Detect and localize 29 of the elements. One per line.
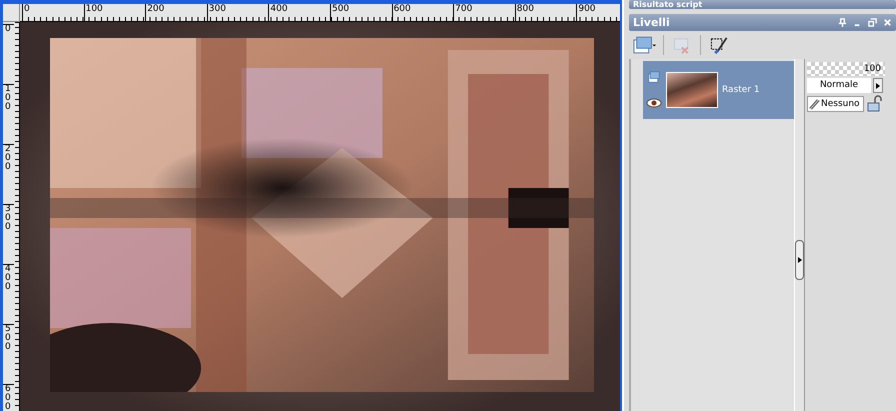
ruler-label: 600 xyxy=(392,4,454,21)
raster-layer-icon xyxy=(646,71,662,83)
lock-icon[interactable] xyxy=(866,95,884,113)
panel-title: Livelli xyxy=(633,16,670,29)
eye-icon[interactable] xyxy=(646,97,662,109)
ruler-label: 800 xyxy=(514,4,576,21)
new-layer-icon[interactable] xyxy=(633,36,657,54)
layer-thumbnail xyxy=(666,72,718,108)
pin-icon[interactable] xyxy=(838,18,847,27)
ruler-label: 200 xyxy=(145,4,207,21)
ruler-label: 400 xyxy=(268,4,330,21)
arrow-right-icon xyxy=(798,257,802,263)
arrow-right-icon xyxy=(876,82,880,88)
panel-splitter[interactable] xyxy=(794,59,805,411)
link-icon xyxy=(808,98,820,110)
close-icon[interactable] xyxy=(883,18,892,27)
expand-handle[interactable] xyxy=(795,240,804,280)
panel-title: Risultato script xyxy=(633,1,702,9)
opacity-field[interactable]: 100 xyxy=(807,62,885,76)
restore-icon[interactable] xyxy=(868,18,877,27)
mask-field[interactable]: Nessuno xyxy=(807,96,864,112)
ruler-label: 0 xyxy=(22,4,84,21)
ruler-label: 100 xyxy=(84,4,146,21)
dropdown-arrow-button[interactable] xyxy=(873,78,883,93)
layer-name: Raster 1 xyxy=(722,85,760,95)
blend-mode-dropdown[interactable]: Normale xyxy=(807,78,871,93)
ruler-label: 700 xyxy=(453,4,515,21)
ruler-label: 500 xyxy=(330,4,392,21)
ruler-label: 300 xyxy=(206,4,268,21)
